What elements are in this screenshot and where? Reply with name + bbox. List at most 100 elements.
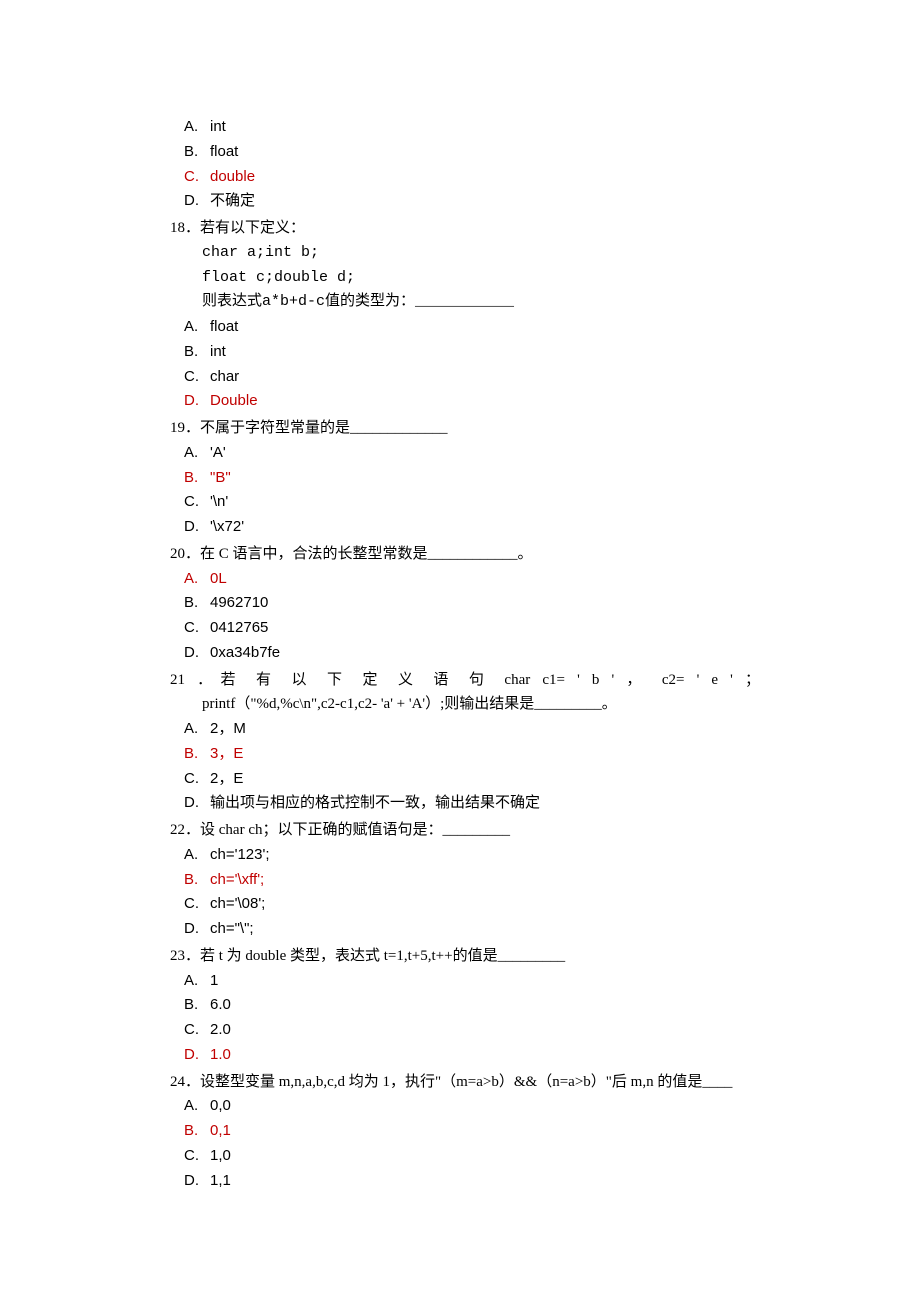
option-text: 1,0 [210,1144,231,1169]
option: B. 6.0 [184,993,770,1018]
option: D. 1.0 [184,1043,770,1068]
option-text: "B" [210,466,231,491]
option-text: 2，M [210,717,246,742]
option-text: 不确定 [210,189,255,214]
option-text: ch='\08'; [210,892,265,917]
option-text: 1.0 [210,1043,231,1068]
option-text: float [210,140,238,165]
question-19: 19．不属于字符型常量的是_____________ [170,416,770,441]
option: A. 0L [184,567,770,592]
option-text: 1,1 [210,1169,231,1194]
question-number: 24． [170,1074,200,1090]
option: A. 0,0 [184,1094,770,1119]
option-label: B. [184,1119,210,1144]
option-label: C. [184,165,210,190]
option-text: ch="\"; [210,917,254,942]
option-label: A. [184,1094,210,1119]
question-prompt: 在 C 语言中，合法的长整型常数是____________。 [200,546,533,562]
option: D. '\x72' [184,515,770,540]
option: B. int [184,340,770,365]
option-text: Double [210,389,258,414]
question-22: 22．设 char ch；以下正确的赋值语句是：_________ [170,818,770,843]
code-line: char a;int b; [202,241,770,266]
option-text: 6.0 [210,993,231,1018]
option-text: 输出项与相应的格式控制不一致，输出结果不确定 [210,791,540,816]
option-label: C. [184,1018,210,1043]
question-18: 18．若有以下定义： [170,216,770,241]
question-number: 23． [170,948,200,964]
option-text: double [210,165,255,190]
question-number: 20． [170,546,200,562]
option-label: A. [184,567,210,592]
option: C. 1,0 [184,1144,770,1169]
option: B. float [184,140,770,165]
option-label: A. [184,115,210,140]
option-text: 0,0 [210,1094,231,1119]
option-text: int [210,340,226,365]
option: C. 2.0 [184,1018,770,1043]
option-text: 'A' [210,441,226,466]
option: B. 0,1 [184,1119,770,1144]
option-label: D. [184,389,210,414]
option-label: B. [184,868,210,893]
option-label: D. [184,791,210,816]
option-text: float [210,315,238,340]
question-prompt: 若 t 为 double 类型，表达式 t=1,t+5,t++的值是______… [200,948,565,964]
option-text: 1 [210,969,218,994]
question-number: 22． [170,822,200,838]
option-label: A. [184,969,210,994]
option-label: B. [184,742,210,767]
option: D. 0xa34b7fe [184,641,770,666]
question-prompt: 设 char ch；以下正确的赋值语句是：_________ [200,822,510,838]
option-label: B. [184,140,210,165]
option: C. '\n' [184,490,770,515]
option-label: C. [184,767,210,792]
option-label: B. [184,466,210,491]
option-label: D. [184,189,210,214]
option: A. 2，M [184,717,770,742]
option: B. 4962710 [184,591,770,616]
option-text: char [210,365,239,390]
option: A. int [184,115,770,140]
option-text: 0L [210,567,227,592]
option-text: ch='\xff'; [210,868,264,893]
option-text: 0xa34b7fe [210,641,280,666]
option: C. char [184,365,770,390]
question-20: 20．在 C 语言中，合法的长整型常数是____________。 [170,542,770,567]
option-label: C. [184,892,210,917]
question-number: 18． [170,220,200,236]
question-21: 21 ．若 有 以 下 定 义 语 句 char c1= ' b ' ， c2=… [170,668,770,693]
option-text: 4962710 [210,591,268,616]
option-label: A. [184,441,210,466]
option-label: A. [184,843,210,868]
option: A. ch='123'; [184,843,770,868]
option-label: C. [184,616,210,641]
option: B. "B" [184,466,770,491]
question-prompt: 若有以下定义： [200,220,305,236]
option: D. 输出项与相应的格式控制不一致，输出结果不确定 [184,791,770,816]
option-label: D. [184,515,210,540]
document-body: A. int B. float C. double D. 不确定 18．若有以下… [170,115,770,1193]
code-line: float c;double d; [202,266,770,291]
option-text: ch='123'; [210,843,270,868]
option: D. ch="\"; [184,917,770,942]
option: D. Double [184,389,770,414]
option: D. 1,1 [184,1169,770,1194]
question-23: 23．若 t 为 double 类型，表达式 t=1,t+5,t++的值是___… [170,944,770,969]
option-label: C. [184,490,210,515]
option-label: D. [184,917,210,942]
option: C. 2，E [184,767,770,792]
question-prompt: 不属于字符型常量的是_____________ [200,420,448,436]
option: A. float [184,315,770,340]
option-label: C. [184,1144,210,1169]
option: C. double [184,165,770,190]
option-label: A. [184,717,210,742]
option-text: 2，E [210,767,243,792]
option-text: int [210,115,226,140]
option: A. 'A' [184,441,770,466]
option-text: 3，E [210,742,243,767]
option-label: B. [184,340,210,365]
question-24: 24．设整型变量 m,n,a,b,c,d 均为 1，执行"（m=a>b）&&（n… [170,1070,770,1095]
option-label: B. [184,591,210,616]
option: B. 3，E [184,742,770,767]
